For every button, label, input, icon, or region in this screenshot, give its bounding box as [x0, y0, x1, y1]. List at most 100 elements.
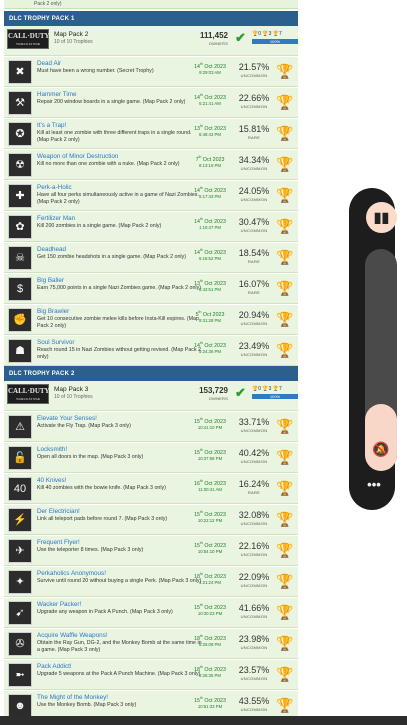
game-logo: CALL·DUTY WORLD AT WAR [7, 384, 50, 404]
trophy-row[interactable]: ⚒ Hammer Time Repair 200 window boards i… [4, 88, 298, 118]
trophy-image: ✦ [8, 570, 32, 594]
trophy-row[interactable]: ✦ Perkaholics Anonymous! Survive until r… [4, 567, 298, 597]
trophy-name[interactable]: Soul Survivor [37, 339, 74, 346]
trophy-rarity: UNCOMMON [240, 552, 268, 557]
trophy-description: Must have been a wrong number. (Secret T… [37, 68, 154, 74]
trophy-description: Use the Monkey Bomb. (Map Pack 3 only) [37, 702, 137, 708]
trophy-row[interactable]: ☢ Weapon of Minor Destruction Kill no mo… [4, 150, 298, 180]
earned-month-year: Oct 2023 [202, 125, 226, 132]
trophy-description: Upgrade 5 weapons at the Pack A Punch Ma… [37, 671, 201, 677]
trophy-name[interactable]: Acquire Waffle Weapons! [37, 632, 108, 639]
earned-month-year: Oct 2023 [202, 342, 226, 349]
earned-date: 15th Oct 2023 [187, 541, 233, 549]
trophy-row[interactable]: ➹ Wacker Packer! Upgrade any weapon in P… [4, 598, 298, 628]
trophy-name[interactable]: Big Brawler [37, 308, 69, 315]
trophy-rarity: RARE [247, 259, 261, 264]
trophy-row[interactable]: ⚡ Der Electrician! Link all teleport pad… [4, 505, 298, 535]
bronze-trophy-icon: 🏆 [276, 604, 294, 620]
trophy-name[interactable]: Pack Addict! [37, 663, 72, 670]
trophy-percentage: 16.24% [238, 479, 270, 489]
more-options-button[interactable]: ••• [362, 478, 386, 498]
pack-summary[interactable]: CALL·DUTY WORLD AT WAR Map Pack 3 10 of 1… [4, 381, 298, 411]
trophy-name[interactable]: Perk-a-Holic [37, 184, 72, 191]
trophy-name[interactable]: Deadhead [37, 246, 66, 253]
trophy-rarity: UNCOMMON [240, 707, 268, 712]
game-logo-text: CALL·DUTY [8, 32, 50, 40]
pack-name[interactable]: Map Pack 2 [54, 31, 88, 38]
trophy-row[interactable]: ✿ Fertilizer Man Kill 200 zombies in a s… [4, 212, 298, 242]
trophy-rarity: UNCOMMON [240, 676, 268, 681]
silver-trophy-icon: 🏆 [276, 635, 294, 651]
trophy-description: Get 10 consecutive zombie melee kills be… [37, 316, 199, 329]
earned-time: 9:31:28 PM [199, 318, 221, 323]
pack-summary[interactable]: CALL·DUTY WORLD AT WAR Map Pack 2 10 of 1… [4, 26, 298, 56]
trophy-percentage: 24.05% [238, 186, 270, 196]
trophy-row[interactable]: ⚠ Elevate Your Senses! Activate the Fly … [4, 412, 298, 442]
trophy-percentage: 32.08% [238, 510, 270, 520]
trophy-name[interactable]: Dead Air [37, 60, 61, 67]
vibrate-button[interactable]: ▮▮ [366, 202, 397, 233]
earned-date: 14th Oct 2023 [187, 341, 233, 349]
trophy-image-glyph: ✖ [15, 66, 25, 78]
trophy-image-glyph: 🔓 [13, 452, 27, 464]
trophy-image: ☠ [8, 246, 32, 270]
progress-label: 100% [269, 39, 281, 44]
earned-month-year: Oct 2023 [202, 666, 226, 673]
bronze-count: 7 [279, 386, 282, 392]
bronze-trophy-icon: 🏆 [276, 542, 294, 558]
trophy-name[interactable]: Der Electrician! [37, 508, 80, 515]
earned-time: 10:37:58 PM [197, 456, 223, 461]
trophy-row[interactable]: 🔓 Locksmith! Open all doors in the map. … [4, 443, 298, 473]
earned-date: 14th Oct 2023 [187, 93, 233, 101]
trophy-row[interactable]: ✪ It's a Trap! Kill at least one zombie … [4, 119, 298, 149]
trophy-row[interactable]: ☠ Deadhead Get 150 zombie headshots in a… [4, 243, 298, 273]
pack-name[interactable]: Map Pack 3 [54, 386, 88, 393]
trophy-percentage: 23.57% [238, 665, 270, 675]
trophy-rarity: RARE [247, 490, 261, 495]
trophy-image-glyph: ⚠ [15, 421, 25, 433]
trophy-percentage: 20.94% [238, 310, 270, 320]
bronze-trophy-icon: 🏆 [276, 125, 294, 141]
earned-date: 7th Oct 2023 [187, 155, 233, 163]
trophy-image-glyph: ➼ [15, 669, 25, 681]
trophy-image: ⚡ [8, 508, 32, 532]
trophy-name[interactable]: Frequent Flyer! [37, 539, 80, 546]
trophy-name[interactable]: 40 Knives! [37, 477, 66, 484]
earned-time: 10:54:10 PM [197, 549, 223, 554]
trophy-name[interactable]: Fertilizer Man [37, 215, 75, 222]
trophy-row[interactable]: ✊ Big Brawler Get 10 consecutive zombie … [4, 305, 298, 335]
trophy-image: ✇ [8, 632, 32, 656]
trophy-rarity: UNCOMMON [240, 352, 268, 357]
trophy-name[interactable]: Weapon of Minor Destruction [37, 153, 118, 160]
trophy-name[interactable]: Elevate Your Senses! [37, 415, 97, 422]
owners-count: 153,729 [199, 386, 228, 395]
trophy-row[interactable]: ✚ Perk-a-Holic Have all four perks simul… [4, 181, 298, 211]
trophy-image: ✚ [8, 184, 32, 208]
progress-label: 100% [269, 394, 281, 399]
trophy-name[interactable]: The Might of the Monkey! [37, 694, 108, 701]
trophy-name[interactable]: Hammer Time [37, 91, 77, 98]
mute-button[interactable]: 🔕 [365, 433, 397, 465]
pack-trophy-count: 10 of 10 Trophies [54, 394, 93, 400]
trophy-name[interactable]: Perkaholics Anonymous! [37, 570, 106, 577]
trophy-name[interactable]: Wacker Packer! [37, 601, 81, 608]
trophy-name[interactable]: Locksmith! [37, 446, 67, 453]
trophy-row[interactable]: $ Big Baller Earn 75,000 points in a sin… [4, 274, 298, 304]
trophy-row[interactable]: ✈ Frequent Flyer! Use the teleporter 8 t… [4, 536, 298, 566]
pack-header: DLC TROPHY PACK 2 [4, 366, 298, 381]
trophy-description: Kill 40 zombies with the bowie knife. (M… [37, 485, 166, 491]
trophy-row[interactable]: ➼ Pack Addict! Upgrade 5 weapons at the … [4, 660, 298, 690]
trophy-row[interactable]: ✇ Acquire Waffle Weapons! Obtain the Ray… [4, 629, 298, 659]
trophy-image: ➹ [8, 601, 32, 625]
trophy-row[interactable]: ✖ Dead Air Must have been a wrong number… [4, 57, 298, 87]
earned-time: 8:13:16 PM [199, 163, 221, 168]
trophy-name[interactable]: Big Baller [37, 277, 64, 284]
trophy-name[interactable]: It's a Trap! [37, 122, 66, 129]
earned-date: 15th Oct 2023 [187, 448, 233, 456]
trophy-row[interactable]: 40 40 Knives! Kill 40 zombies with the b… [4, 474, 298, 504]
pack-header: DLC TROPHY PACK 1 [4, 11, 298, 26]
pack-trophy-count: 10 of 10 Trophies [54, 39, 93, 45]
trophy-image: ➼ [8, 663, 32, 687]
trophy-row[interactable]: ☗ Soul Survivor Reach round 15 in Nazi Z… [4, 336, 298, 366]
silver-trophy-icon: 🏆 [276, 480, 294, 496]
